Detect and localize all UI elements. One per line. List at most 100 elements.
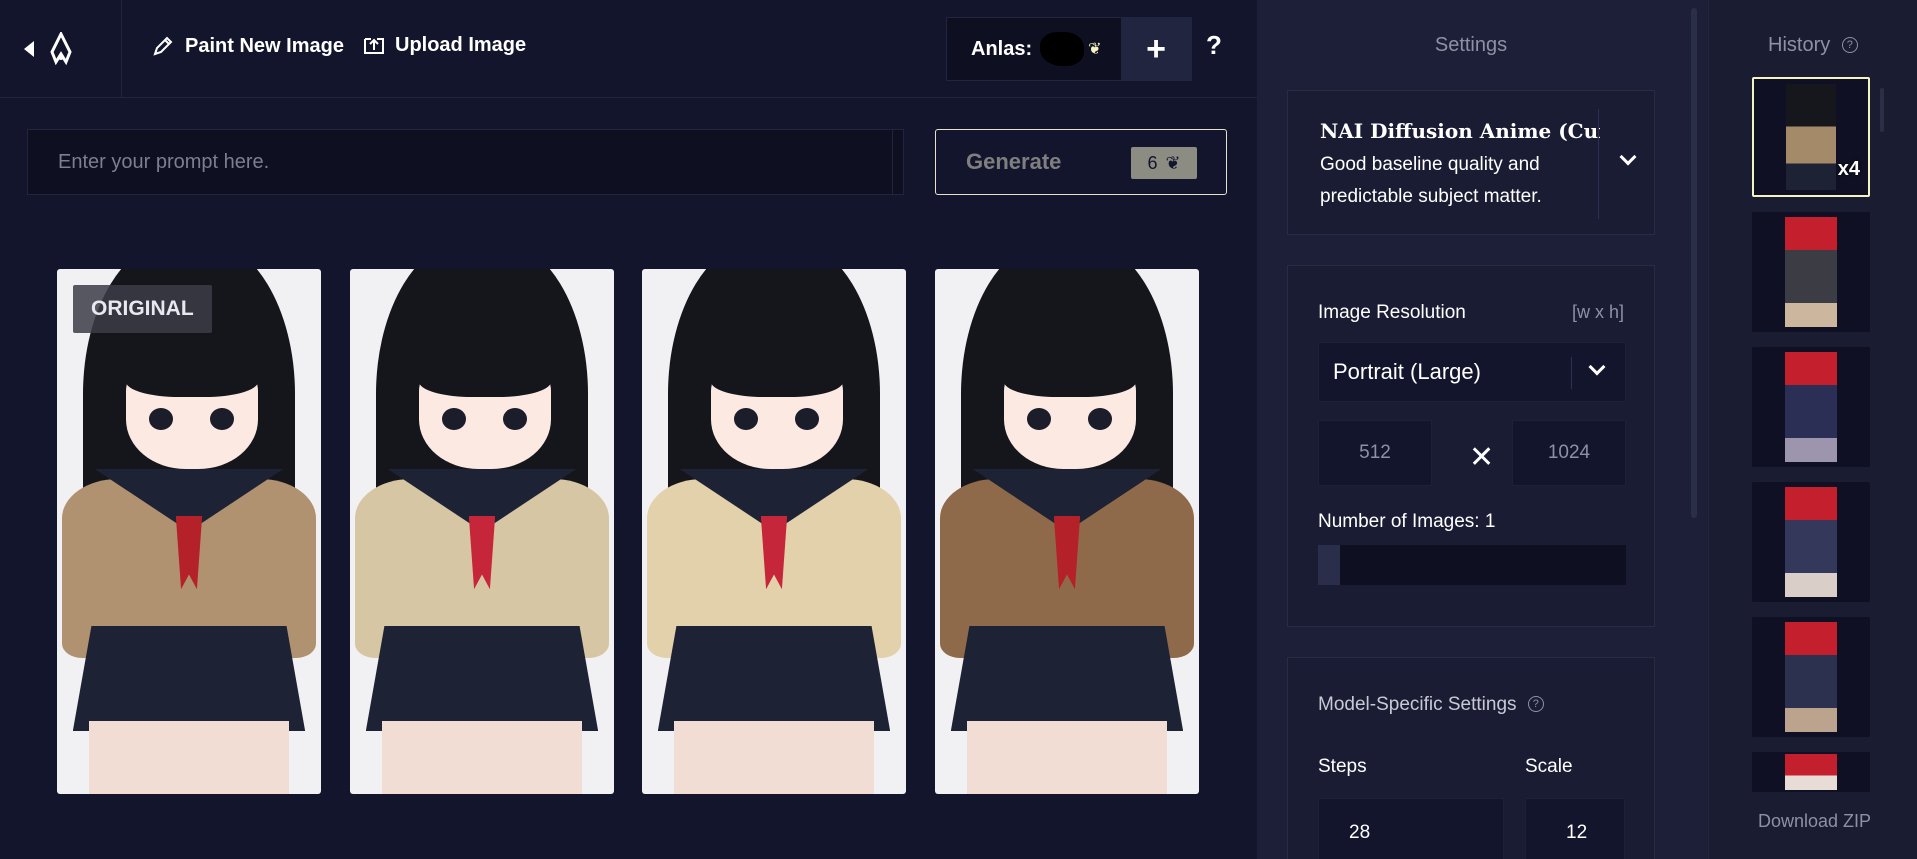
chevron-down-icon[interactable]: [1619, 148, 1637, 166]
download-zip-button[interactable]: Download ZIP: [1758, 811, 1871, 832]
height-input[interactable]: 1024: [1512, 420, 1626, 486]
figure-eye: [1027, 407, 1052, 430]
history-title-text: History: [1768, 34, 1831, 56]
anlas-box: Anlas: ❦ +: [946, 17, 1192, 81]
prompt-input[interactable]: Enter your prompt here.: [27, 129, 904, 195]
figure-bangs: [710, 358, 843, 397]
figure-eye: [442, 407, 467, 430]
figure-bangs: [125, 358, 258, 397]
select-divider: [1571, 357, 1572, 389]
generated-image-4[interactable]: [935, 269, 1199, 794]
number-of-images-label: Number of Images: 1: [1318, 511, 1495, 533]
back-section: [0, 0, 122, 98]
resolution-card: Image Resolution [w x h] Portrait (Large…: [1287, 265, 1655, 627]
history-item[interactable]: [1752, 212, 1870, 332]
history-thumbnail: [1785, 486, 1837, 598]
history-item[interactable]: x4: [1752, 77, 1870, 197]
history-thumbnail: [1785, 83, 1837, 191]
figure-eye: [503, 407, 527, 430]
help-icon[interactable]: ?: [1527, 696, 1544, 712]
chevron-down-icon[interactable]: [1588, 358, 1606, 376]
history-item[interactable]: [1752, 752, 1870, 792]
resolution-hint: [w x h]: [1571, 302, 1624, 322]
width-input[interactable]: 512: [1318, 420, 1432, 486]
prompt-divider: [892, 130, 893, 194]
history-thumbnail: [1785, 753, 1837, 791]
resolution-select[interactable]: Portrait (Large): [1318, 342, 1626, 402]
upload-icon: [364, 37, 384, 54]
anime-figure-image: [642, 269, 906, 794]
model-name: NAI Diffusion Anime (Curate: [1320, 119, 1600, 143]
model-divider: [1598, 109, 1599, 219]
generate-cost-badge: 6 ❦: [1131, 147, 1197, 179]
number-of-images-text: Number of Images:: [1318, 511, 1480, 532]
figure-legs: [88, 720, 290, 794]
history-scrollbar[interactable]: [1880, 88, 1884, 132]
anlas-cost-icon: ❦: [1165, 152, 1181, 173]
back-arrow-icon[interactable]: [24, 41, 34, 57]
paint-new-image-label: Paint New Image: [185, 34, 344, 57]
settings-scrollbar[interactable]: [1691, 8, 1697, 518]
anime-figure-image: [350, 269, 614, 794]
generate-button[interactable]: Generate 6 ❦: [935, 129, 1227, 195]
scale-label: Scale: [1525, 756, 1573, 777]
help-icon[interactable]: ?: [1841, 37, 1858, 53]
top-bar: Paint New Image Upload Image Anlas: ❦ + …: [0, 0, 1257, 98]
anime-figure-image: [57, 269, 321, 794]
steps-input[interactable]: 28: [1318, 798, 1504, 859]
history-thumbnail: [1785, 216, 1837, 328]
figure-skirt: [657, 626, 891, 731]
number-of-images-value: 1: [1484, 511, 1496, 532]
figure-face: [1003, 358, 1136, 469]
figure-eye: [149, 407, 174, 430]
model-description: Good baseline quality and predictable su…: [1320, 154, 1542, 207]
swap-dimensions-icon[interactable]: ✕: [1469, 440, 1494, 475]
help-button[interactable]: ?: [1206, 30, 1222, 61]
figure-eye: [1088, 407, 1112, 430]
figure-eye: [734, 407, 759, 430]
resolution-label: Image Resolution: [1318, 302, 1466, 323]
generated-image-2[interactable]: [350, 269, 614, 794]
history-panel: History ? x4 Download ZIP: [1708, 0, 1917, 859]
history-item[interactable]: [1752, 617, 1870, 737]
figure-skirt: [950, 626, 1184, 731]
upload-image-button[interactable]: Upload Image: [363, 34, 526, 57]
model-selector[interactable]: NAI Diffusion Anime (Curate Good baselin…: [1287, 90, 1655, 235]
history-item[interactable]: [1752, 482, 1870, 602]
figure-bangs: [418, 358, 551, 397]
figure-eye: [795, 407, 819, 430]
main-area: Paint New Image Upload Image Anlas: ❦ + …: [0, 0, 1257, 859]
original-badge: ORIGINAL: [73, 285, 212, 333]
history-item[interactable]: [1752, 347, 1870, 467]
figure-legs: [673, 720, 875, 794]
logo-icon: [50, 32, 72, 66]
model-specific-card: Model-Specific Settings ? Steps Scale 28…: [1287, 657, 1655, 859]
number-of-images-slider[interactable]: [1318, 545, 1626, 585]
generated-image-1[interactable]: ORIGINAL: [57, 269, 321, 794]
figure-legs: [381, 720, 583, 794]
generated-image-3[interactable]: [642, 269, 906, 794]
figure-eye: [210, 407, 234, 430]
settings-panel: Settings NAI Diffusion Anime (Curate Goo…: [1257, 0, 1709, 859]
figure-face: [418, 358, 551, 469]
resolution-selected: Portrait (Large): [1333, 359, 1481, 384]
history-thumbnail: [1785, 351, 1837, 463]
generate-cost-value: 6: [1147, 152, 1158, 173]
generate-label: Generate: [966, 149, 1062, 174]
figure-face: [125, 358, 258, 469]
paint-new-image-button[interactable]: Paint New Image: [151, 34, 344, 58]
history-title: History ?: [1768, 34, 1858, 57]
settings-title: Settings: [1434, 34, 1508, 56]
buy-anlas-button[interactable]: +: [1121, 18, 1191, 80]
upload-image-label: Upload Image: [395, 34, 527, 56]
anlas-icon: ❦: [1088, 41, 1102, 58]
anime-figure-image: [935, 269, 1199, 794]
scale-input[interactable]: 12: [1525, 798, 1625, 859]
figure-face: [710, 358, 843, 469]
slider-fill: [1318, 545, 1340, 585]
figure-skirt: [365, 626, 599, 731]
figure-legs: [966, 720, 1168, 794]
anlas-redacted-value: [1040, 32, 1085, 66]
pencil-icon: [153, 36, 173, 56]
model-specific-text: Model-Specific Settings: [1318, 694, 1517, 715]
